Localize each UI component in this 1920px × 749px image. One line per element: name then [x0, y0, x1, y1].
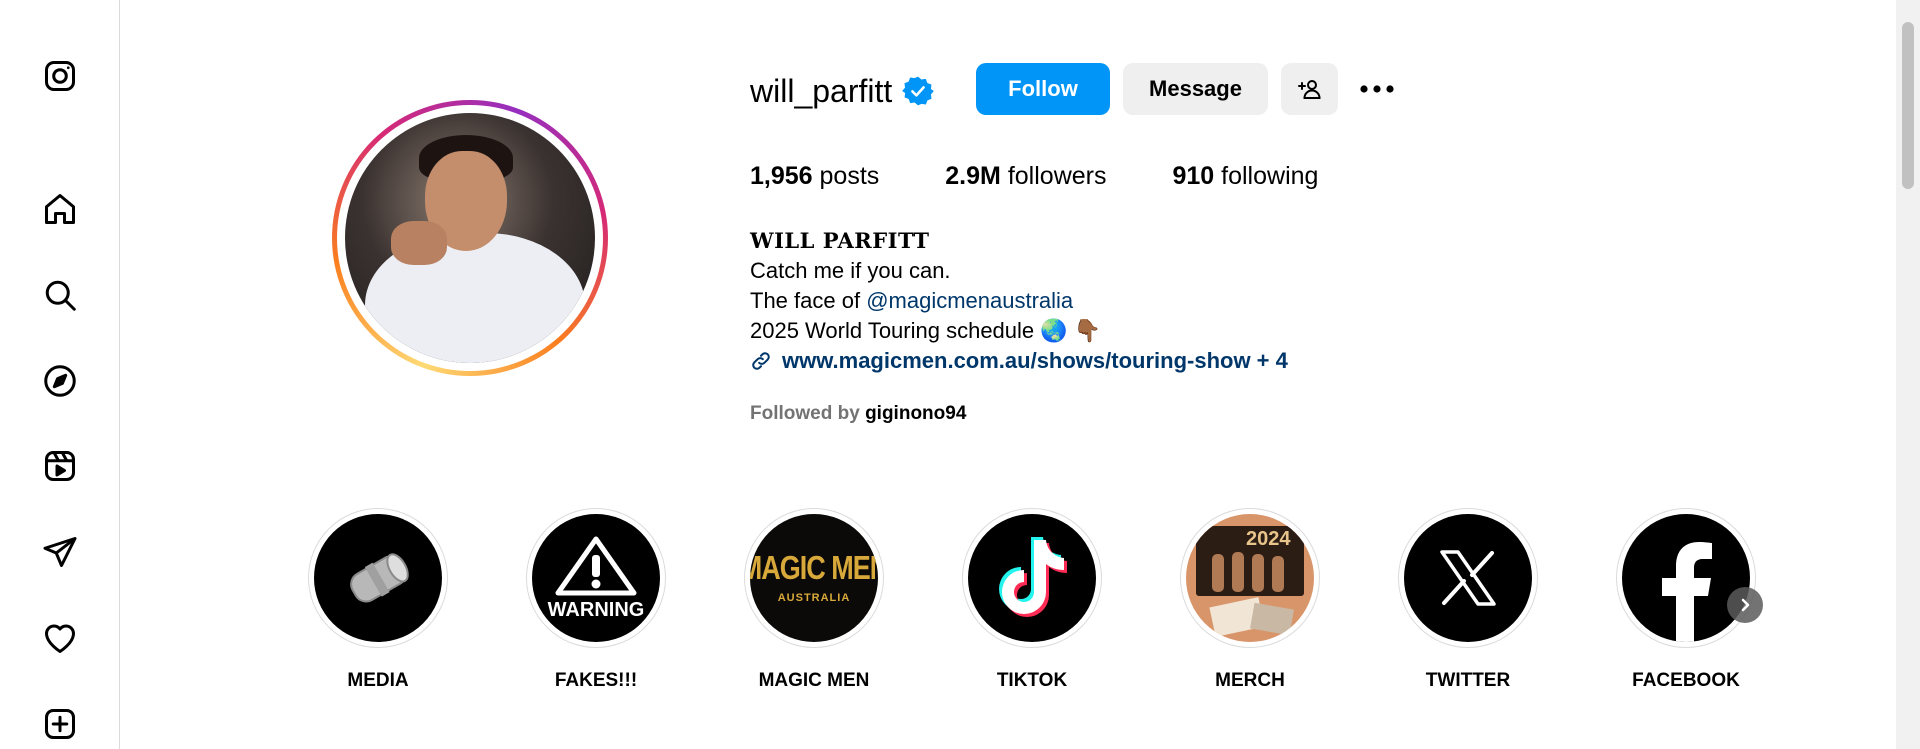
highlight-twitter[interactable]: TWITTER — [1398, 508, 1538, 692]
magic-men-logo-text: MAGIC MEN — [750, 548, 878, 587]
highlight-fakes[interactable]: WARNING FAKES!!! — [526, 508, 666, 692]
instagram-logo-icon[interactable] — [35, 51, 85, 101]
followers-count: 2.9M — [945, 162, 1001, 190]
magic-men-subtext: AUSTRALIA — [777, 591, 851, 604]
suggested-users-button[interactable] — [1281, 63, 1338, 115]
search-icon[interactable] — [35, 270, 85, 320]
highlight-ring — [1398, 508, 1538, 648]
highlight-label: MAGIC MEN — [758, 670, 870, 691]
posts-count: 1,956 — [750, 162, 813, 190]
profile-avatar[interactable] — [332, 100, 608, 376]
highlight-label: MERCH — [1215, 670, 1285, 691]
posts-stat: 1,956 posts — [750, 162, 879, 191]
highlight-cover: WARNING — [532, 514, 660, 642]
highlight-ring — [1616, 508, 1756, 648]
followers-label: followers — [1007, 162, 1107, 190]
highlight-label: MEDIA — [347, 670, 409, 691]
highlight-label: TWITTER — [1425, 670, 1511, 691]
avatar-photo — [345, 113, 595, 363]
warning-text: WARNING — [547, 598, 645, 621]
highlight-cover: 2024 — [1186, 514, 1314, 642]
merch-card — [1250, 602, 1294, 636]
bio-line-3: 2025 World Touring schedule 🌏 👇🏾 — [750, 318, 1102, 343]
avatar-hand — [391, 221, 447, 265]
highlight-magic-men[interactable]: MAGIC MEN AUSTRALIA MAGIC MEN — [744, 508, 884, 692]
highlight-label: FAKES!!! — [554, 670, 638, 691]
chevron-right-icon — [1741, 598, 1750, 612]
x-logo-icon — [1440, 550, 1496, 606]
highlight-cover — [1404, 514, 1532, 642]
merch-figure — [1252, 554, 1264, 592]
merch-figure — [1272, 556, 1284, 592]
following-label: following — [1221, 162, 1319, 190]
bio-external-link[interactable]: www.magicmen.com.au/shows/touring-show +… — [750, 346, 1288, 376]
profile-header: will_parfitt — [750, 66, 935, 116]
highlights-next-button[interactable] — [1727, 587, 1763, 623]
explore-icon[interactable] — [35, 356, 85, 406]
posts-label: posts — [819, 162, 880, 190]
profile-stats: 1,956 posts 2.9M followers 910 following — [750, 162, 1384, 191]
highlight-ring: 2024 — [1180, 508, 1320, 648]
facebook-logo-icon — [1662, 542, 1712, 642]
highlight-ring: MAGIC MEN AUSTRALIA — [744, 508, 884, 648]
bio-line-2-prefix: The face of — [750, 288, 867, 313]
username: will_parfitt — [750, 72, 893, 109]
more-dots-icon — [1360, 85, 1394, 93]
bio-display-name: WILL PARFITT — [750, 228, 930, 253]
following-stat[interactable]: 910 following — [1172, 162, 1318, 191]
highlight-ring: WARNING — [526, 508, 666, 648]
followers-stat[interactable]: 2.9M followers — [945, 162, 1106, 191]
followed-by-prefix: Followed by — [750, 403, 866, 424]
following-count: 910 — [1172, 162, 1215, 190]
highlight-media[interactable]: MEDIA — [308, 508, 448, 692]
bio-line-1: Catch me if you can. — [750, 258, 951, 283]
highlight-label: TIKTOK — [996, 670, 1068, 691]
highlight-ring — [308, 508, 448, 648]
bio-link-text: www.magicmen.com.au/shows/touring-show +… — [782, 348, 1288, 373]
highlight-cover — [1622, 514, 1750, 642]
messages-icon[interactable] — [35, 527, 85, 577]
page-scrollbar[interactable] — [1896, 0, 1920, 749]
followed-by-username: giginono94 — [865, 403, 967, 424]
merch-figure — [1212, 554, 1224, 592]
bio-line-2: The face of @magicmenaustralia — [750, 286, 1288, 316]
sidebar-nav — [0, 0, 120, 749]
profile-bio: WILL PARFITT Catch me if you can. The fa… — [750, 226, 1288, 376]
followed-by[interactable]: Followed by giginono94 — [750, 403, 966, 425]
merch-year-text: 2024 — [1246, 528, 1291, 550]
highlight-tiktok[interactable]: TIKTOK — [962, 508, 1102, 692]
create-icon[interactable] — [35, 699, 85, 749]
bio-mention-link[interactable]: @magicmenaustralia — [866, 288, 1073, 313]
follow-button[interactable]: Follow — [976, 63, 1110, 115]
reels-icon[interactable] — [35, 441, 85, 491]
verified-badge-icon — [902, 76, 935, 106]
message-button[interactable]: Message — [1123, 63, 1268, 115]
highlight-merch[interactable]: 2024 MERCH — [1180, 508, 1320, 692]
highlight-label: FACEBOOK — [1632, 670, 1740, 691]
more-options-button[interactable] — [1355, 68, 1399, 110]
highlight-cover — [314, 514, 442, 642]
home-icon[interactable] — [35, 184, 85, 234]
tiktok-icon — [999, 537, 1067, 617]
highlight-cover — [968, 514, 1096, 642]
money-roll-icon — [350, 553, 409, 603]
link-icon — [752, 352, 770, 370]
add-user-icon — [1297, 80, 1321, 99]
scrollbar-thumb[interactable] — [1902, 22, 1914, 189]
avatar-border — [337, 105, 603, 371]
highlight-ring — [962, 508, 1102, 648]
warning-triangle-icon — [555, 536, 637, 595]
highlight-cover: MAGIC MEN AUSTRALIA — [750, 514, 878, 642]
notifications-icon[interactable] — [35, 613, 85, 663]
merch-figure — [1232, 552, 1244, 592]
